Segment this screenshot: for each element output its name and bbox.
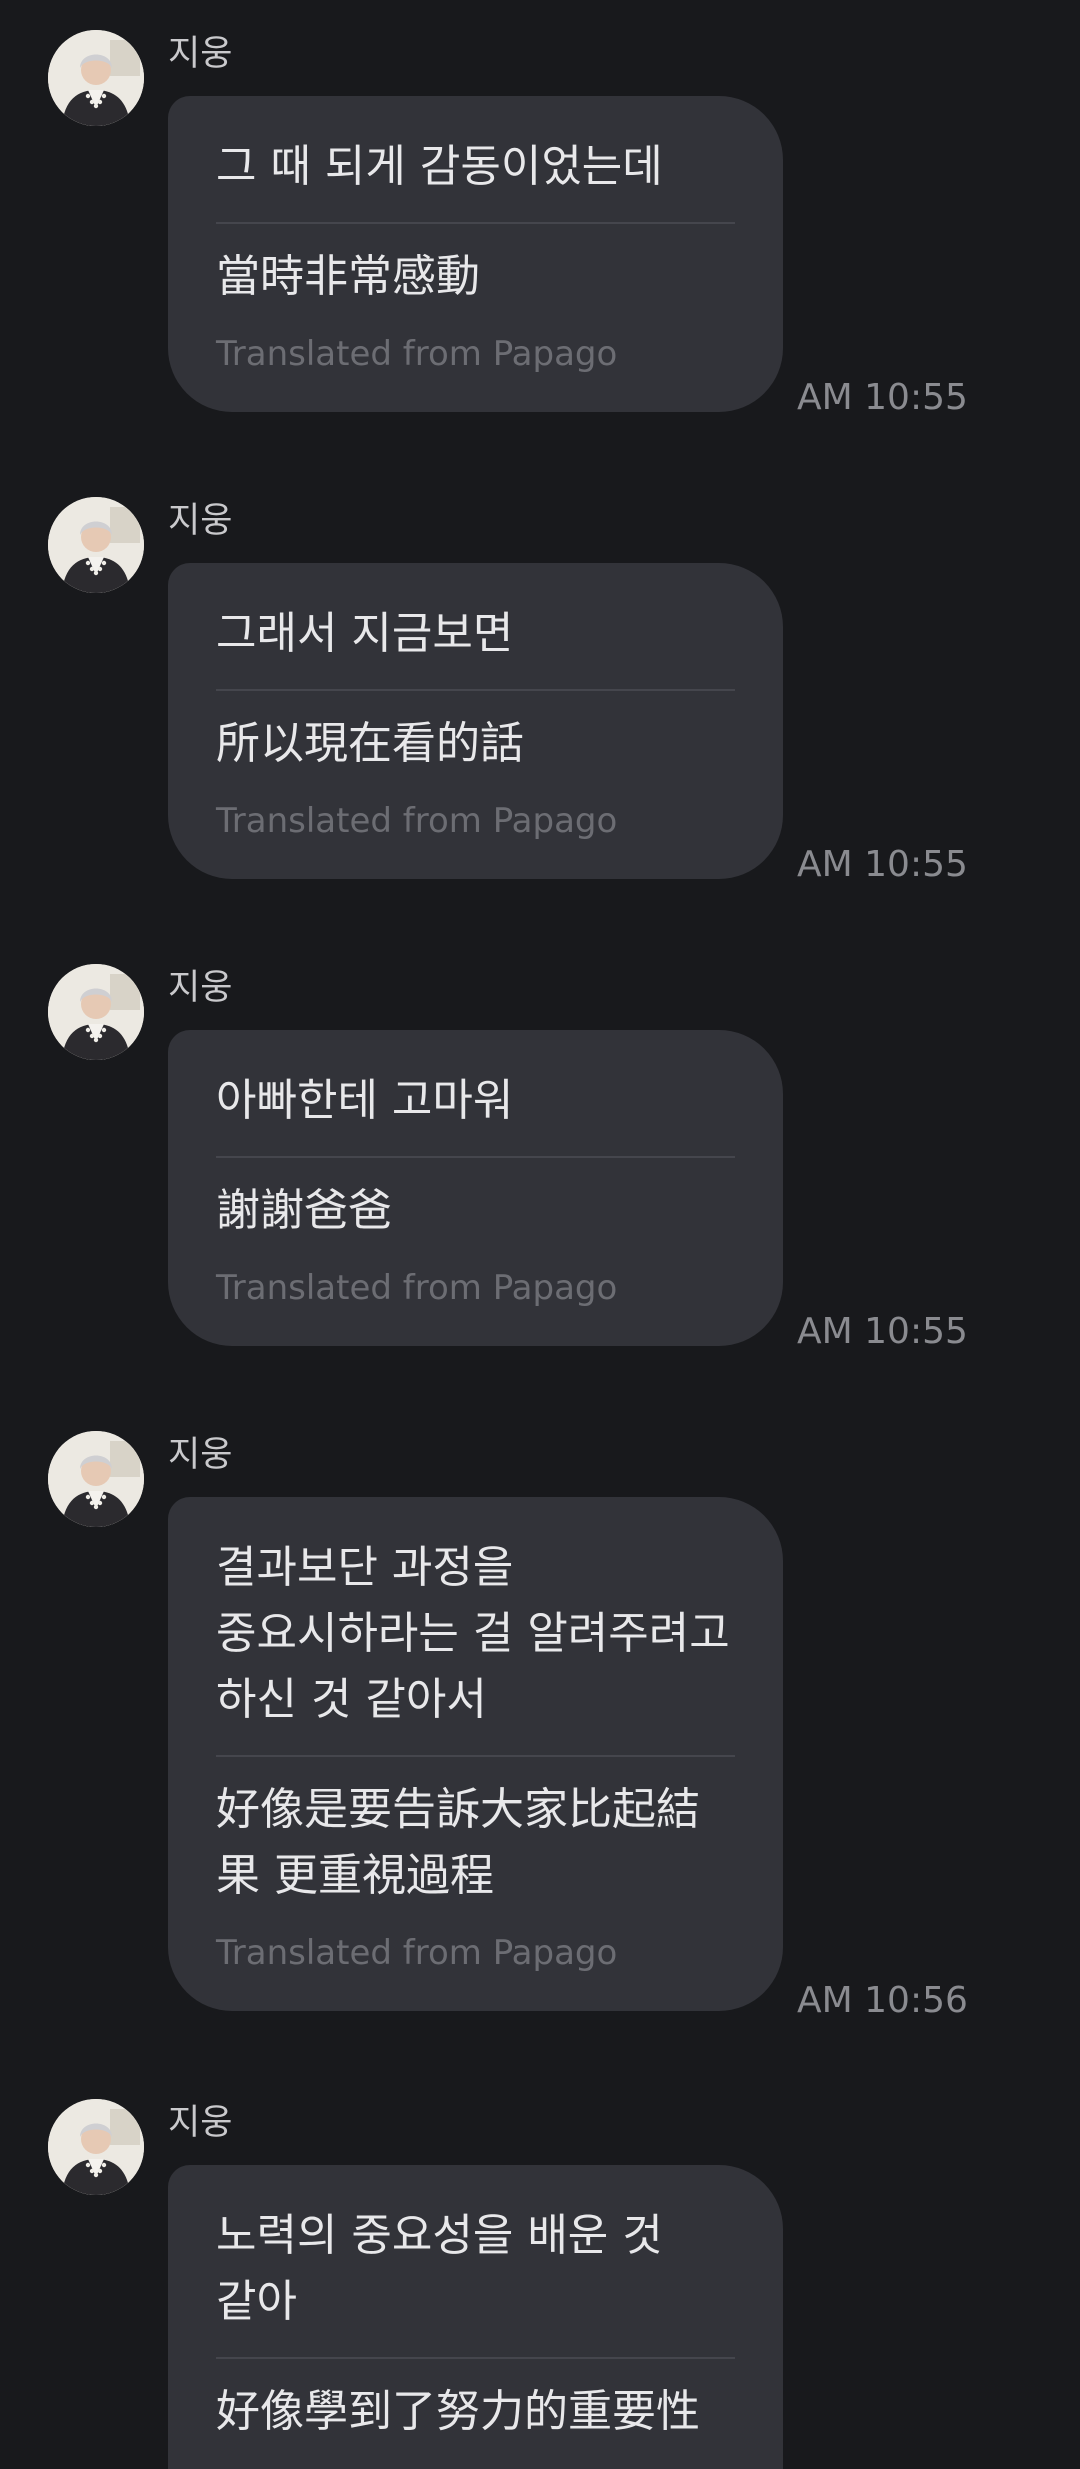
original-text: 결과보단 과정을 중요시하라는 걸 알려주려고 하신 것 같아서	[216, 1542, 730, 1725]
message-time: AM 10:56	[797, 1980, 968, 2021]
translation-divider	[216, 2357, 735, 2359]
message-bubble[interactable]: 결과보단 과정을 중요시하라는 걸 알려주려고 하신 것 같아서 好像是要告訴大…	[168, 1497, 783, 2011]
sender-name: 지웅	[168, 2103, 233, 2143]
sender-avatar[interactable]	[48, 1431, 144, 1527]
translation-divider	[216, 222, 735, 224]
sender-name: 지웅	[168, 34, 233, 74]
translated-text: 好像學到了努力的重要性	[216, 2386, 700, 2437]
message-bubble[interactable]: 그 때 되게 감동이었는데 當時非常感動 Translated from Pap…	[168, 96, 783, 412]
original-text: 아빠한테 고마워	[216, 1075, 514, 1126]
translation-credit: Translated from Papago	[216, 1933, 618, 1973]
chat-feed[interactable]: 지웅 그 때 되게 감동이었는데 當時非常感動 Translated from …	[0, 0, 1080, 2469]
message-bubble[interactable]: 노력의 중요성을 배운 것 같아 好像學到了努力的重要性	[168, 2165, 783, 2469]
sender-avatar[interactable]	[48, 2099, 144, 2195]
original-text: 노력의 중요성을 배운 것 같아	[216, 2210, 663, 2327]
original-text: 그 때 되게 감동이었는데	[216, 141, 663, 192]
translated-text: 好像是要告訴大家比起結果 更重視過程	[216, 1784, 700, 1901]
sender-avatar[interactable]	[48, 30, 144, 126]
avatar-photo	[48, 2099, 144, 2195]
sender-name: 지웅	[168, 1435, 233, 1475]
sender-name: 지웅	[168, 501, 233, 541]
translated-text: 所以現在看的話	[216, 718, 524, 769]
translation-credit: Translated from Papago	[216, 1268, 618, 1308]
sender-avatar[interactable]	[48, 964, 144, 1060]
avatar-photo	[48, 30, 144, 126]
message-time: AM 10:55	[797, 1311, 968, 1352]
avatar-photo	[48, 964, 144, 1060]
message-bubble[interactable]: 아빠한테 고마워 謝謝爸爸 Translated from Papago	[168, 1030, 783, 1346]
translation-credit: Translated from Papago	[216, 801, 618, 841]
translation-divider	[216, 689, 735, 691]
translated-text: 謝謝爸爸	[216, 1185, 392, 1236]
avatar-photo	[48, 1431, 144, 1527]
translation-credit: Translated from Papago	[216, 334, 618, 374]
sender-avatar[interactable]	[48, 497, 144, 593]
translation-divider	[216, 1755, 735, 1757]
sender-name: 지웅	[168, 968, 233, 1008]
translation-divider	[216, 1156, 735, 1158]
message-time: AM 10:55	[797, 377, 968, 418]
translated-text: 當時非常感動	[216, 251, 480, 302]
message-time: AM 10:55	[797, 844, 968, 885]
message-bubble[interactable]: 그래서 지금보면 所以現在看的話 Translated from Papago	[168, 563, 783, 879]
avatar-photo	[48, 497, 144, 593]
original-text: 그래서 지금보면	[216, 608, 514, 659]
